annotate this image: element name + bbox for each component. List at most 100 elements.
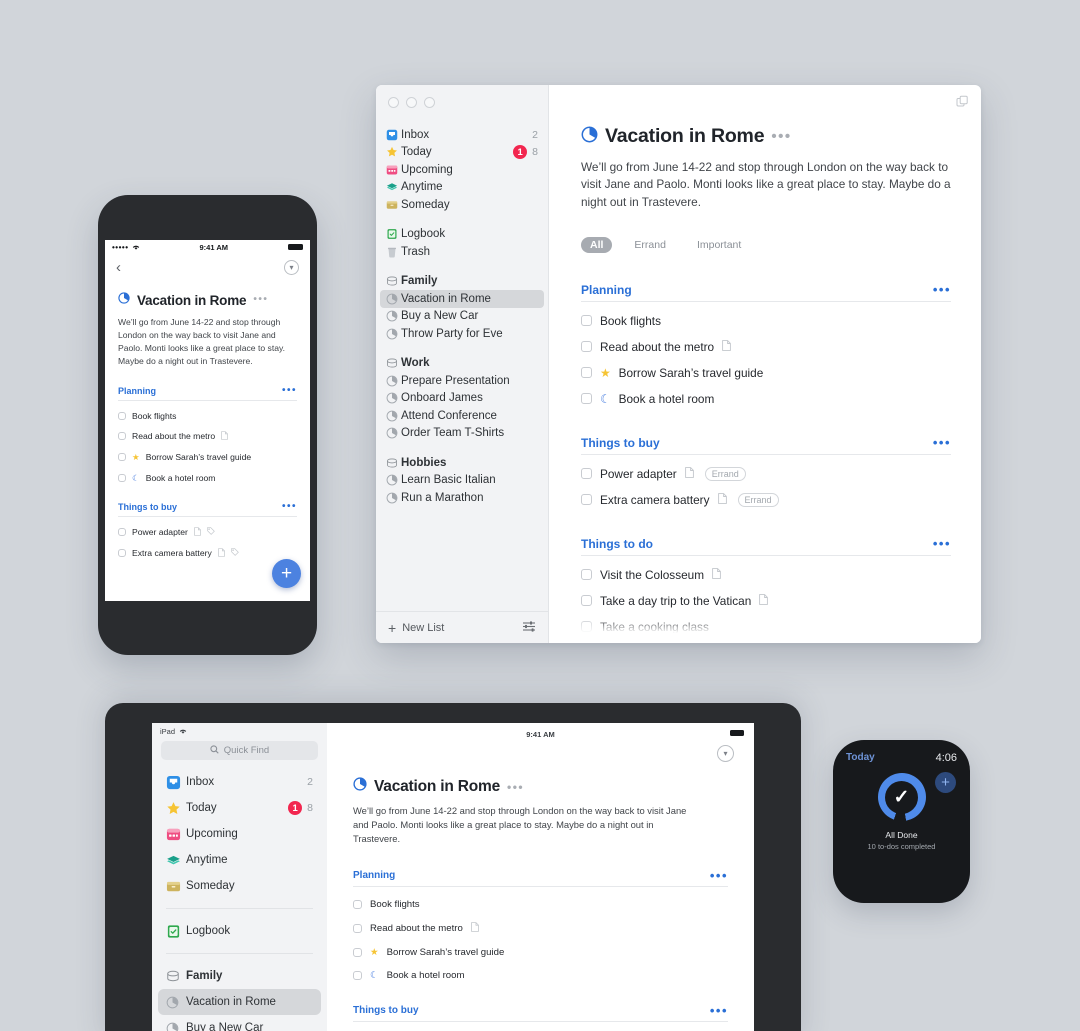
- sidebar-item-vacation-in-rome[interactable]: Vacation in Rome: [158, 989, 321, 1015]
- todo-item[interactable]: ☾ Book a hotel room: [118, 473, 297, 484]
- todo-checkbox[interactable]: [581, 315, 592, 327]
- sidebar-item-buy-a-new-car[interactable]: Buy a New Car: [158, 1015, 321, 1031]
- minimize-icon[interactable]: [406, 97, 417, 108]
- project-note[interactable]: We’ll go from June 14-22 and stop throug…: [581, 159, 951, 211]
- todo-checkbox[interactable]: [353, 924, 362, 934]
- todo-item[interactable]: Read about the metro: [581, 340, 951, 354]
- sidebar-item-upcoming[interactable]: Upcoming: [380, 161, 544, 179]
- ellipsis-icon[interactable]: •••: [282, 501, 297, 512]
- sidebar-item-inbox[interactable]: Inbox 2: [380, 126, 544, 144]
- ellipsis-icon[interactable]: •••: [933, 537, 951, 550]
- sidebar-item-someday[interactable]: Someday: [380, 196, 544, 214]
- sidebar-item-order-team-t-shirts[interactable]: Order Team T-Shirts: [380, 425, 544, 443]
- sidebar-item-trash[interactable]: Trash: [380, 243, 544, 261]
- filter-pill-all[interactable]: All: [581, 236, 613, 253]
- sidebar-item-anytime[interactable]: Anytime: [380, 179, 544, 197]
- tag-filter-bar[interactable]: All Errand Important: [581, 236, 951, 253]
- todo-item[interactable]: Power adapter: [118, 526, 297, 538]
- zoom-icon[interactable]: [424, 97, 435, 108]
- sidebar-area-family[interactable]: Family: [158, 963, 321, 989]
- todo-checkbox[interactable]: [118, 453, 126, 462]
- todo-item[interactable]: ★ Borrow Sarah’s travel guide: [353, 947, 728, 958]
- todo-checkbox[interactable]: [581, 393, 592, 405]
- sidebar-item-onboard-james[interactable]: Onboard James: [380, 390, 544, 408]
- sidebar-item-inbox[interactable]: Inbox 2: [158, 769, 321, 795]
- todo-item[interactable]: Extra camera battery: [118, 547, 297, 559]
- ellipsis-icon[interactable]: •••: [507, 781, 524, 793]
- todo-checkbox[interactable]: [581, 341, 592, 353]
- todo-checkbox[interactable]: [118, 528, 126, 537]
- todo-checkbox[interactable]: [581, 494, 592, 506]
- sidebar-item-today[interactable]: Today 1 8: [158, 795, 321, 821]
- sidebar-item-logbook[interactable]: Logbook: [380, 226, 544, 244]
- battery-icon: [288, 244, 303, 250]
- sidebar-item-logbook[interactable]: Logbook: [158, 918, 321, 944]
- ellipsis-icon[interactable]: •••: [282, 385, 297, 396]
- todo-item[interactable]: Read about the metro: [353, 922, 728, 935]
- todo-checkbox[interactable]: [353, 900, 362, 910]
- ellipsis-icon[interactable]: •••: [710, 869, 728, 882]
- todo-item[interactable]: Read about the metro: [118, 430, 297, 442]
- todo-checkbox[interactable]: [581, 569, 592, 581]
- sidebar-item-today[interactable]: Today 1 8: [380, 144, 544, 162]
- sidebar-item-run-a-marathon[interactable]: Run a Marathon: [380, 489, 544, 507]
- todo-item[interactable]: Take a day trip to the Vatican: [581, 594, 951, 608]
- todo-item[interactable]: Book flights: [353, 899, 728, 910]
- todo-checkbox[interactable]: [118, 432, 126, 441]
- sidebar-item-someday[interactable]: Someday: [158, 873, 321, 899]
- window-traffic-lights[interactable]: [376, 85, 548, 108]
- sliders-icon[interactable]: [522, 620, 536, 635]
- todo-checkbox[interactable]: [118, 474, 126, 483]
- sidebar-area-work[interactable]: Work: [380, 355, 544, 373]
- sidebar-area-family[interactable]: Family: [380, 273, 544, 291]
- todo-checkbox[interactable]: [118, 549, 126, 558]
- ellipsis-icon[interactable]: •••: [253, 295, 268, 305]
- todo-checkbox[interactable]: [118, 411, 126, 420]
- project-note[interactable]: We’ll go from June 14-22 and stop throug…: [353, 804, 693, 846]
- ellipsis-icon[interactable]: •••: [933, 436, 951, 449]
- ellipsis-icon[interactable]: •••: [771, 129, 791, 144]
- todo-checkbox[interactable]: [581, 367, 592, 379]
- sidebar-item-prepare-presentation[interactable]: Prepare Presentation: [380, 372, 544, 390]
- chevron-down-circle-icon[interactable]: ▾: [717, 745, 734, 762]
- todo-item[interactable]: ★ Borrow Sarah’s travel guide: [581, 366, 951, 380]
- duplicate-window-icon[interactable]: [956, 95, 969, 113]
- chevron-left-icon[interactable]: ‹: [116, 260, 121, 275]
- sidebar-item-vacation-in-rome[interactable]: Vacation in Rome: [380, 290, 544, 308]
- todo-item[interactable]: Book flights: [118, 411, 297, 421]
- desktop-sidebar-list[interactable]: Inbox 2 Today 1 8 Upcoming Anytime Someday Logbo…: [376, 108, 548, 611]
- filter-pill-errand[interactable]: Errand: [625, 237, 675, 253]
- todo-item[interactable]: Power adapter Errand: [581, 466, 951, 481]
- project-note[interactable]: We’ll go from June 14-22 and stop throug…: [118, 316, 297, 368]
- sidebar-item-attend-conference[interactable]: Attend Conference: [380, 407, 544, 425]
- add-todo-button[interactable]: +: [272, 559, 301, 588]
- sidebar-item-throw-party-for-eve[interactable]: Throw Party for Eve: [380, 325, 544, 343]
- close-icon[interactable]: [388, 97, 399, 108]
- sidebar-item-learn-basic-italian[interactable]: Learn Basic Italian: [380, 472, 544, 490]
- quick-find-input[interactable]: Quick Find: [161, 741, 318, 760]
- ellipsis-icon[interactable]: •••: [710, 1004, 728, 1017]
- todo-tag[interactable]: Errand: [704, 466, 746, 481]
- sidebar-area-hobbies[interactable]: Hobbies: [380, 454, 544, 472]
- add-todo-button[interactable]: +: [935, 772, 956, 793]
- ellipsis-icon[interactable]: •••: [933, 283, 951, 296]
- sidebar-item-label: Run a Marathon: [401, 491, 484, 504]
- todo-checkbox[interactable]: [581, 468, 592, 480]
- todo-checkbox[interactable]: [353, 971, 362, 981]
- filter-pill-important[interactable]: Important: [688, 237, 750, 253]
- todo-item[interactable]: Visit the Colosseum: [581, 568, 951, 582]
- todo-item[interactable]: ☾ Book a hotel room: [581, 392, 951, 406]
- new-list-button[interactable]: + New List: [388, 621, 444, 635]
- sidebar-item-upcoming[interactable]: Upcoming: [158, 821, 321, 847]
- todo-checkbox[interactable]: [581, 595, 592, 607]
- todo-tag[interactable]: Errand: [737, 492, 779, 507]
- todo-item[interactable]: ★ Borrow Sarah’s travel guide: [118, 452, 297, 463]
- ipad-sidebar-list[interactable]: Inbox 2 Today 1 8 Upcoming Anytime Someday Logbo…: [152, 769, 327, 1031]
- todo-checkbox[interactable]: [353, 948, 362, 958]
- todo-item[interactable]: Extra camera battery Errand: [581, 492, 951, 507]
- sidebar-item-buy-a-new-car[interactable]: Buy a New Car: [380, 308, 544, 326]
- todo-item[interactable]: ☾ Book a hotel room: [353, 970, 728, 981]
- todo-item[interactable]: Book flights: [581, 314, 951, 328]
- chevron-down-circle-icon[interactable]: ▾: [284, 260, 299, 275]
- sidebar-item-anytime[interactable]: Anytime: [158, 847, 321, 873]
